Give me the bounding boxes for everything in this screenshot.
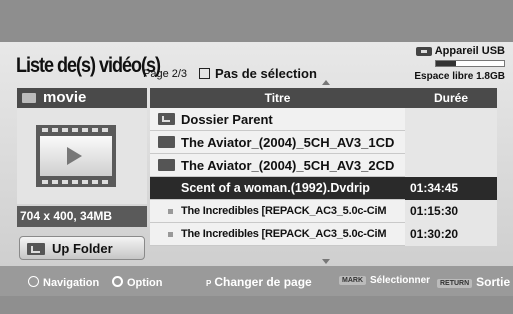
page-hint: P Changer de page	[206, 275, 312, 289]
exit-hint: RETURN Sortie	[437, 275, 510, 289]
option-hint: Option	[112, 275, 162, 289]
table-row[interactable]: Dossier Parent	[150, 108, 497, 131]
usb-usage-bar	[435, 60, 505, 67]
column-duration: Durée	[433, 91, 468, 105]
table-row[interactable]: The Aviator_(2004)_5CH_AV3_1CD	[150, 131, 497, 154]
table-row[interactable]: The Incredibles [REPACK_AC3_5.0c-CiM 01:…	[150, 200, 497, 223]
usb-icon	[415, 46, 432, 56]
usb-free-space: Espace libre 1.8GB	[414, 71, 505, 82]
current-folder-name: movie	[43, 89, 87, 106]
up-folder-label: Up Folder	[52, 241, 113, 256]
navigation-icon	[28, 276, 39, 287]
table-row[interactable]: The Aviator_(2004)_5CH_AV3_2CD	[150, 154, 497, 177]
selection-status: Pas de sélection	[199, 66, 317, 81]
checkbox-icon	[199, 68, 210, 79]
column-title: Titre	[264, 91, 291, 105]
folder-icon	[22, 93, 36, 103]
scroll-up-arrow-icon[interactable]	[322, 80, 330, 85]
bottom-band	[0, 296, 513, 314]
file-bullet-icon	[168, 209, 173, 214]
up-folder-button[interactable]: Up Folder	[19, 236, 145, 260]
top-band	[0, 0, 513, 42]
return-key-icon: RETURN	[437, 279, 473, 288]
usb-usage-fill	[436, 61, 457, 66]
selection-label: Pas de sélection	[215, 66, 317, 81]
nav-hint: Navigation	[28, 275, 99, 289]
mark-key-icon: MARK	[339, 276, 366, 285]
file-info: 704 x 400, 34MB	[17, 206, 147, 227]
option-icon	[112, 276, 123, 287]
scroll-down-arrow-icon[interactable]	[322, 259, 330, 264]
video-list-screen: Liste de(s) vidéo(s) Page 2/3 Pas de sél…	[0, 0, 513, 314]
mark-hint: MARK Sélectionner	[339, 275, 430, 286]
up-folder-icon	[27, 243, 45, 255]
page-key-icon: P	[206, 279, 212, 288]
page-indicator: Page 2/3	[143, 68, 188, 80]
page-title: Liste de(s) vidéo(s)	[16, 54, 161, 77]
folder-icon	[158, 159, 175, 171]
file-table: Titre Durée Dossier Parent The Aviator_(…	[150, 88, 497, 246]
file-bullet-icon	[168, 186, 173, 191]
folder-icon	[158, 136, 175, 148]
parent-folder-icon	[158, 113, 175, 125]
key-guide-bar: Navigation Option P Changer de page MARK S…	[0, 266, 513, 296]
play-icon	[67, 147, 82, 165]
current-folder-header: movie	[17, 88, 147, 108]
usb-status: Appareil USB Espace libre 1.8GB	[414, 45, 505, 82]
table-row[interactable]: The Incredibles [REPACK_AC3_5.0c-CiM 01:…	[150, 223, 497, 246]
table-row-selected[interactable]: Scent of a woman.(1992).Dvdrip 01:34:45	[150, 177, 497, 200]
file-bullet-icon	[168, 232, 173, 237]
usb-device-label: Appareil USB	[434, 45, 505, 57]
video-file-icon	[36, 125, 116, 187]
table-header: Titre Durée	[150, 88, 497, 108]
